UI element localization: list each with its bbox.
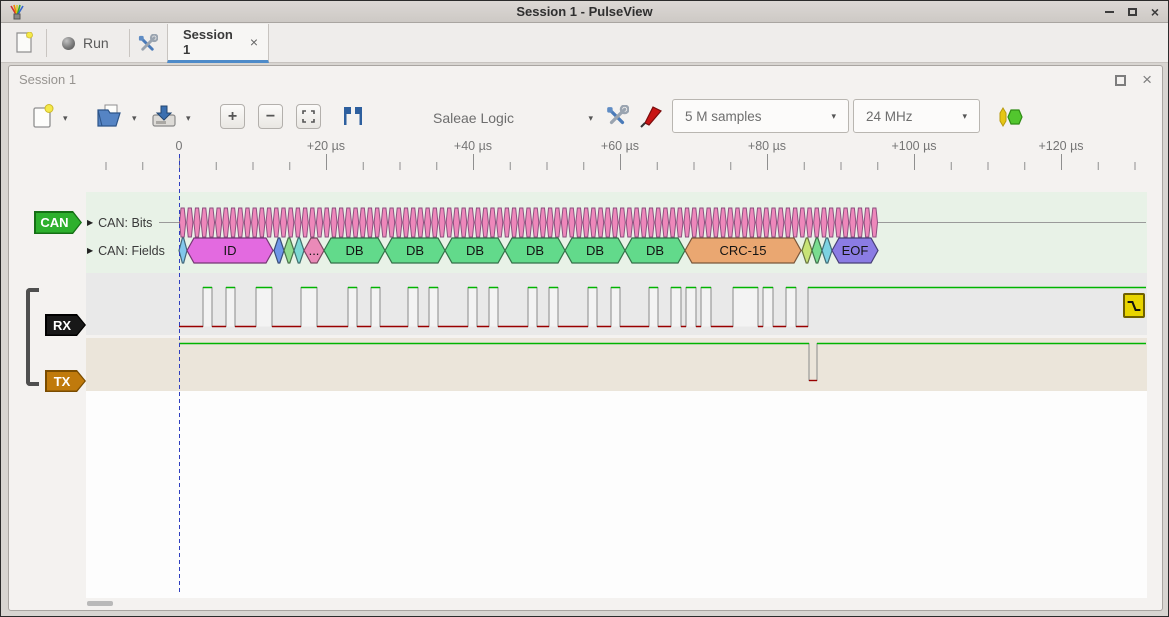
ruler-tick-label: 0: [176, 139, 183, 153]
can-bits-row-label[interactable]: ▶ CAN: Bits: [87, 215, 152, 230]
run-label: Run: [83, 35, 109, 51]
tab-label: Session 1: [183, 27, 240, 57]
sample-rate-select[interactable]: 24 MHz ▾: [853, 99, 980, 133]
pulseview-window: Session 1 - PulseView × Run: [0, 0, 1169, 617]
can-tag-label: CAN: [40, 215, 68, 230]
new-session-button[interactable]: [11, 30, 37, 56]
sample-count-value: 5 M samples: [685, 109, 762, 124]
run-state-icon: [62, 37, 75, 50]
new-view-dropdown-icon[interactable]: ▾: [63, 113, 68, 124]
probe-icon: [639, 105, 663, 129]
tab-close-icon[interactable]: ×: [250, 34, 258, 50]
settings-button[interactable]: [135, 32, 159, 56]
decoder-row-background[interactable]: [86, 192, 1147, 273]
rx-tag-label: RX: [53, 318, 71, 333]
sample-count-dropdown-icon: ▾: [831, 111, 836, 122]
zoom-to-fit-markers-button[interactable]: [339, 102, 367, 130]
toolbar-separator: [129, 29, 130, 57]
new-view-button[interactable]: [29, 102, 57, 130]
session-title: Session 1: [19, 72, 76, 87]
decoder-icon: [998, 106, 1024, 128]
falling-edge-trigger-icon[interactable]: [1123, 293, 1145, 318]
close-icon[interactable]: ×: [1148, 5, 1162, 19]
zoom-fit-button[interactable]: [296, 104, 321, 129]
wrench-screwdriver-icon: [137, 34, 158, 55]
save-icon: [150, 104, 178, 128]
zoom-out-button[interactable]: −: [258, 104, 283, 129]
wrench-screwdriver-icon: [605, 105, 629, 129]
save-dropdown-icon[interactable]: ▾: [186, 113, 191, 124]
rx-row-background[interactable]: [86, 273, 1147, 335]
device-config-button[interactable]: [603, 103, 631, 131]
ruler-tick-label: +120 µs: [1038, 139, 1083, 153]
session-close-icon[interactable]: ×: [1142, 74, 1152, 86]
tab-session-1[interactable]: Session 1 ×: [167, 24, 269, 63]
new-view-icon: [32, 104, 54, 129]
minus-icon: −: [266, 109, 275, 125]
session-restore-icon[interactable]: [1115, 75, 1126, 86]
sample-rate-dropdown-icon: ▾: [962, 111, 967, 122]
tx-tag-label: TX: [54, 374, 71, 389]
trigger-flags-icon: [341, 104, 365, 128]
tx-row-background[interactable]: [86, 338, 1147, 391]
channels-button[interactable]: [637, 103, 665, 131]
can-fields-row-label[interactable]: ▶ CAN: Fields: [87, 243, 165, 258]
title-bar: Session 1 - PulseView ×: [1, 1, 1168, 23]
open-folder-icon: [96, 104, 124, 128]
device-dropdown-icon: ▾: [588, 113, 593, 124]
ruler-tick-label: +40 µs: [454, 139, 492, 153]
save-button[interactable]: [149, 102, 179, 130]
empty-trace-area: [86, 391, 1147, 598]
row-label-text: CAN: Fields: [98, 244, 165, 258]
ruler-tick-label: +20 µs: [307, 139, 345, 153]
new-file-icon: [15, 32, 34, 54]
open-dropdown-icon[interactable]: ▾: [132, 113, 137, 124]
open-button[interactable]: [95, 102, 125, 130]
device-name: Saleae Logic: [433, 110, 514, 126]
expander-icon[interactable]: ▶: [87, 246, 93, 255]
maximize-icon[interactable]: [1125, 5, 1139, 19]
zoom-in-button[interactable]: +: [220, 104, 245, 129]
device-selector[interactable]: Saleae Logic ▾: [433, 105, 593, 131]
row-label-text: CAN: Bits: [98, 216, 152, 230]
main-toolbar: Run Session 1 ×: [1, 23, 1168, 63]
minimize-icon[interactable]: [1102, 5, 1116, 19]
plus-icon: +: [228, 109, 237, 125]
channel-group-bracket: [26, 288, 39, 386]
toolbar-separator: [46, 29, 47, 57]
window-title: Session 1 - PulseView: [1, 4, 1168, 19]
ruler-tick-label: +100 µs: [891, 139, 936, 153]
sample-rate-value: 24 MHz: [866, 109, 913, 124]
ruler-tick-label: +60 µs: [601, 139, 639, 153]
can-decoder-tag[interactable]: CAN: [34, 211, 82, 234]
sample-count-select[interactable]: 5 M samples ▾: [672, 99, 849, 133]
run-button[interactable]: Run: [56, 27, 115, 59]
ruler-tick-label: +80 µs: [748, 139, 786, 153]
add-decoder-button[interactable]: [996, 105, 1026, 129]
expander-icon[interactable]: ▶: [87, 218, 93, 227]
horizontal-scrollbar-handle[interactable]: [87, 601, 113, 606]
zoom-fit-icon: [302, 110, 315, 123]
